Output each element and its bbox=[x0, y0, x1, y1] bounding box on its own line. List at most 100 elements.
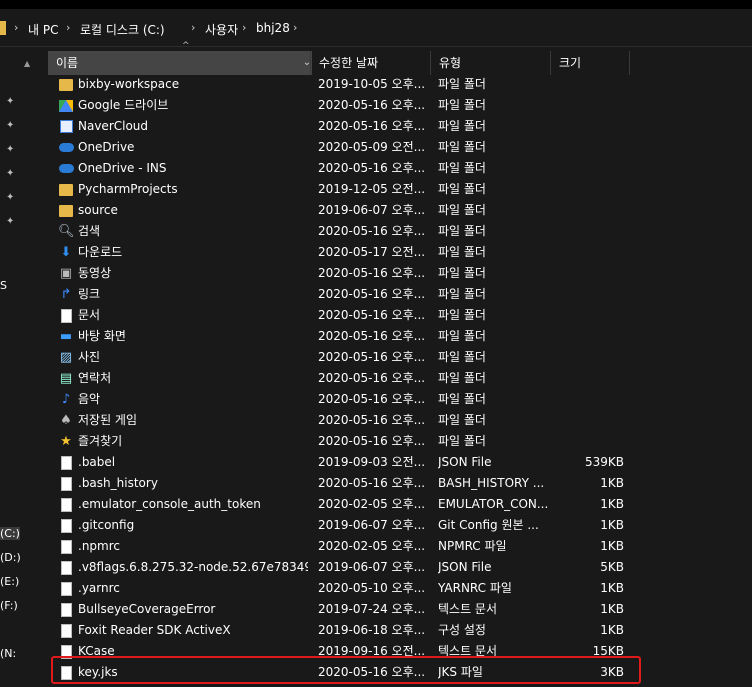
file-type: Git Config 원본 ... bbox=[438, 518, 539, 532]
file-type: NPMRC 파일 bbox=[438, 539, 507, 553]
breadcrumb-this-pc[interactable]: 내 PC bbox=[28, 21, 58, 38]
chevron-right-icon[interactable]: › bbox=[293, 21, 297, 34]
pin-icon[interactable]: ✦ bbox=[6, 97, 16, 107]
file-icon bbox=[58, 475, 74, 491]
file-row[interactable]: .gitconfig 2019-06-07 오후... Git Config 원본 … bbox=[44, 515, 644, 536]
file-size bbox=[550, 368, 624, 389]
file-type: 파일 폴더 bbox=[438, 329, 486, 343]
naver-cloud-icon bbox=[58, 118, 74, 134]
nav-item-drive-f[interactable]: (F:) bbox=[0, 599, 18, 612]
file-row[interactable]: BullseyeCoverageError 2019-07-24 오후... 텍스트… bbox=[44, 599, 644, 620]
json-file-icon bbox=[58, 559, 74, 575]
music-note-icon: ♪ bbox=[61, 392, 71, 407]
file-row[interactable]: .babel 2019-09-03 오전... JSON File 539KB bbox=[44, 452, 644, 473]
file-date-modified: 2020-05-16 오후... bbox=[318, 329, 426, 343]
file-row[interactable]: ♠ 저장된 게임 2020-05-16 오후... 파일 폴더 bbox=[44, 410, 644, 431]
nav-item-drive-e[interactable]: (E:) bbox=[0, 575, 19, 588]
file-row[interactable]: ↱ 링크 2020-05-16 오후... 파일 폴더 bbox=[44, 284, 644, 305]
file-row[interactable]: key.jks 2020-05-16 오후... JKS 파일 3KB bbox=[44, 662, 644, 683]
file-name: NaverCloud bbox=[78, 119, 149, 133]
file-row[interactable]: .emulator_console_auth_token 2020-02-05 오… bbox=[44, 494, 644, 515]
pictures-icon: ▨ bbox=[59, 350, 73, 365]
file-row[interactable]: bixby-workspace 2019-10-05 오후... 파일 폴더 bbox=[44, 74, 644, 95]
file-date-modified: 2020-05-16 오후... bbox=[318, 476, 426, 490]
file-size bbox=[550, 263, 624, 284]
file-size bbox=[550, 137, 624, 158]
address-bar[interactable]: › 내 PC › 로컬 디스크 (C:) › 사용자 › bhj28 › bbox=[0, 9, 752, 47]
file-size bbox=[550, 158, 624, 179]
chevron-right-icon[interactable]: › bbox=[14, 21, 18, 34]
column-header-name[interactable]: ^ 이름 ⌄ bbox=[48, 41, 312, 75]
file-row[interactable]: ⬇ 다운로드 2020-05-17 오전... 파일 폴더 bbox=[44, 242, 644, 263]
file-size bbox=[550, 179, 624, 200]
file-row[interactable]: Foxit Reader SDK ActiveX 2019-06-18 오후...… bbox=[44, 620, 644, 641]
file-type: 파일 폴더 bbox=[438, 413, 486, 427]
chevron-right-icon[interactable]: › bbox=[242, 21, 246, 34]
breadcrumb-users[interactable]: 사용자 bbox=[205, 21, 238, 38]
file-row[interactable]: 문서 2020-05-16 오후... 파일 폴더 bbox=[44, 305, 644, 326]
file-row[interactable]: NaverCloud 2020-05-16 오후... 파일 폴더 bbox=[44, 116, 644, 137]
file-date-modified: 2020-05-17 오전... bbox=[318, 245, 426, 259]
file-date-modified: 2020-05-16 오후... bbox=[318, 161, 426, 175]
file-size bbox=[550, 410, 624, 431]
file-size bbox=[550, 200, 624, 221]
file-row[interactable]: .v8flags.6.8.275.32-node.52.67e783498...… bbox=[44, 557, 644, 578]
file-type: EMULATOR_CON... bbox=[438, 497, 549, 511]
file-row[interactable]: ▤ 연락처 2020-05-16 오후... 파일 폴더 bbox=[44, 368, 644, 389]
file-row[interactable]: .npmrc 2020-02-05 오후... NPMRC 파일 1KB bbox=[44, 536, 644, 557]
file-row[interactable]: KCase 2019-09-16 오전... 텍스트 문서 15KB bbox=[44, 641, 644, 662]
file-row[interactable]: source 2019-06-07 오후... 파일 폴더 bbox=[44, 200, 644, 221]
column-header-type[interactable]: 유형 bbox=[430, 51, 548, 75]
file-row[interactable]: .yarnrc 2020-05-10 오후... YARNRC 파일 1KB bbox=[44, 578, 644, 599]
file-row[interactable]: ♪ 음악 2020-05-16 오후... 파일 폴더 bbox=[44, 389, 644, 410]
column-header-size[interactable]: 크기 bbox=[550, 51, 630, 75]
file-name: .npmrc bbox=[78, 539, 120, 553]
pin-icon[interactable]: ✦ bbox=[6, 193, 16, 203]
file-date-modified: 2020-05-16 오후... bbox=[318, 392, 426, 406]
file-date-modified: 2019-07-24 오후... bbox=[318, 602, 426, 616]
file-row[interactable]: ▣ 동영상 2020-05-16 오후... 파일 폴더 bbox=[44, 263, 644, 284]
file-type: 파일 폴더 bbox=[438, 182, 486, 196]
documents-icon bbox=[58, 307, 74, 323]
file-name: .v8flags.6.8.275.32-node.52.67e783498... bbox=[78, 560, 308, 574]
file-type: 파일 폴더 bbox=[438, 392, 486, 406]
nav-item-drive-d[interactable]: (D:) bbox=[0, 551, 21, 564]
file-size bbox=[550, 347, 624, 368]
breadcrumb-user-folder[interactable]: bhj28 bbox=[256, 21, 290, 35]
scroll-up-arrow-icon[interactable]: ▲ bbox=[24, 59, 30, 68]
file-explorer-window: › 내 PC › 로컬 디스크 (C:) › 사용자 › bhj28 › ▲ ✦… bbox=[0, 0, 752, 687]
file-type: JSON File bbox=[438, 455, 492, 469]
favorites-star-icon: ★ bbox=[60, 434, 72, 449]
file-row[interactable]: Google 드라이브 2020-05-16 오후... 파일 폴더 bbox=[44, 95, 644, 116]
pin-icon[interactable]: ✦ bbox=[6, 145, 16, 155]
file-size bbox=[550, 116, 624, 137]
file-name: .gitconfig bbox=[78, 518, 135, 532]
chevron-right-icon[interactable]: › bbox=[191, 21, 195, 34]
nav-item-fragment[interactable]: S bbox=[0, 279, 7, 292]
file-date-modified: 2020-02-05 오후... bbox=[318, 539, 426, 553]
file-row[interactable]: 🔍︎ 검색 2020-05-16 오후... 파일 폴더 bbox=[44, 221, 644, 242]
column-header-date[interactable]: 수정한 날짜 bbox=[310, 51, 428, 75]
file-row[interactable]: .bash_history 2020-05-16 오후... BASH_HISTOR… bbox=[44, 473, 644, 494]
file-row[interactable]: ★ 즐겨찾기 2020-05-16 오후... 파일 폴더 bbox=[44, 431, 644, 452]
file-row[interactable]: PycharmProjects 2019-12-05 오전... 파일 폴더 bbox=[44, 179, 644, 200]
folder-icon bbox=[58, 76, 74, 92]
file-size: 1KB bbox=[600, 602, 624, 616]
breadcrumb-local-disk[interactable]: 로컬 디스크 (C:) bbox=[80, 21, 165, 38]
pin-icon[interactable]: ✦ bbox=[6, 217, 16, 227]
pin-icon[interactable]: ✦ bbox=[6, 121, 16, 131]
file-size bbox=[550, 389, 624, 410]
file-row[interactable]: OneDrive 2020-05-09 오전... 파일 폴더 bbox=[44, 137, 644, 158]
pin-icon[interactable]: ✦ bbox=[6, 169, 16, 179]
file-date-modified: 2020-05-16 오후... bbox=[318, 434, 426, 448]
sort-ascending-icon: ^ bbox=[182, 41, 190, 51]
file-date-modified: 2020-05-16 오후... bbox=[318, 413, 426, 427]
chevron-right-icon[interactable]: › bbox=[66, 21, 70, 34]
nav-item-drive-n[interactable]: (N: bbox=[0, 647, 16, 660]
file-row[interactable]: ▨ 사진 2020-05-16 오후... 파일 폴더 bbox=[44, 347, 644, 368]
nav-item-drive-c[interactable]: (C:) bbox=[0, 527, 20, 540]
file-row[interactable]: ▬ 바탕 화면 2020-05-16 오후... 파일 폴더 bbox=[44, 326, 644, 347]
file-name: 음악 bbox=[78, 392, 101, 406]
file-type: YARNRC 파일 bbox=[438, 581, 512, 595]
file-row[interactable]: OneDrive - INS 2020-05-16 오후... 파일 폴더 bbox=[44, 158, 644, 179]
